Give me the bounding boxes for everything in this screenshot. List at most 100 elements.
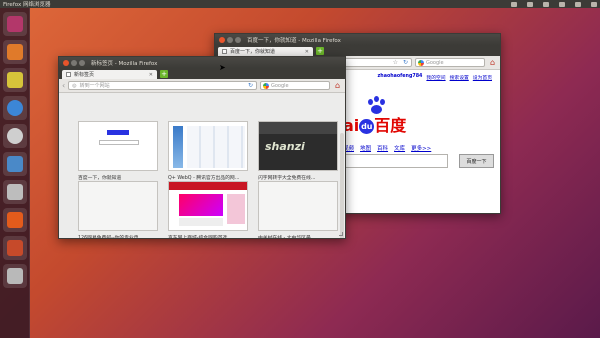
keyboard-icon[interactable] [511, 1, 517, 7]
launcher [0, 8, 30, 338]
tab-close-icon[interactable]: ✕ [149, 72, 153, 78]
reload-icon[interactable]: ↻ [403, 59, 408, 66]
network-icon[interactable] [527, 1, 533, 7]
scrollbar[interactable] [340, 133, 344, 238]
software-glyph [7, 240, 23, 256]
mouse-cursor-icon: ➤ [219, 63, 226, 72]
favicon-icon [222, 49, 227, 54]
tile-label: 126网易免费邮--你的专业电… [78, 236, 144, 239]
tile-thumbnail [78, 121, 158, 171]
window-titlebar[interactable]: 新标签页 - Mozilla Firefox [59, 57, 345, 68]
baidu-search-input[interactable] [343, 154, 448, 168]
trash-glyph [7, 184, 23, 200]
home-icon[interactable]: ⌂ [488, 58, 497, 67]
tile-thumbnail [258, 181, 338, 231]
maximize-window-button[interactable] [235, 36, 241, 43]
tile-thumb-text: shanzi [265, 140, 305, 153]
new-tab-button[interactable]: + [160, 70, 168, 78]
top-panel: Firefox 网络浏览器 [0, 0, 600, 8]
nav-baike-link[interactable]: 百科 [377, 144, 388, 152]
google-icon[interactable] [263, 82, 269, 89]
tile-thumbnail [168, 181, 248, 231]
minimize-window-button[interactable] [227, 36, 233, 43]
newtab-tile[interactable]: shanzi 闪字网转字大全免费在线… [258, 121, 338, 181]
minimize-window-button[interactable] [71, 59, 77, 66]
tile-thumbnail [78, 181, 158, 231]
tile-label: 闪字网转字大全免费在线… [258, 176, 316, 181]
tab-strip: 新标签页 ✕ + [59, 68, 345, 79]
url-placeholder: 转到一个网站 [79, 83, 110, 89]
tab-strip: 百度一下，你就知道 ✕ + [215, 45, 500, 56]
tile-thumbnail [168, 121, 248, 171]
tile-thumbnail: shanzi [258, 121, 338, 171]
tile-label: Q+ WebQ - 腾讯官方出品的网… [168, 176, 240, 181]
launcher-archive-icon[interactable] [3, 68, 27, 92]
launcher-firefox-icon[interactable] [3, 208, 27, 232]
close-window-button[interactable] [219, 36, 225, 43]
resize-grip[interactable] [339, 232, 343, 236]
nav-wenku-link[interactable]: 文库 [394, 144, 405, 152]
power-icon[interactable] [591, 1, 597, 7]
newtab-tile[interactable]: 京东网上商城-综合网购首选… [168, 181, 248, 238]
media-glyph [7, 128, 23, 144]
reload-icon[interactable]: ↻ [248, 82, 253, 89]
indicator-area [511, 1, 597, 7]
search-settings-link[interactable]: 搜索设置 [450, 74, 469, 81]
logo-du: du [359, 119, 375, 134]
tab-baidu[interactable]: 百度一下，你就知道 ✕ [218, 47, 313, 56]
files-glyph [7, 44, 23, 60]
home-icon[interactable]: ⌂ [333, 81, 342, 90]
google-icon[interactable] [418, 59, 424, 66]
window-title: 百度一下，你就知道 - Mozilla Firefox [247, 37, 341, 44]
newtab-tile[interactable]: 百度一下，你就知道 [78, 121, 158, 181]
window-buttons [219, 36, 241, 43]
bookmark-star-icon[interactable]: ☆ [393, 59, 398, 66]
username-link[interactable]: zhaohaofeng784 [378, 74, 423, 81]
volume-icon[interactable] [559, 1, 565, 7]
logo-text-right: 百度 [374, 116, 407, 135]
nav-more-link[interactable]: 更多>> [411, 144, 431, 152]
my-space-link[interactable]: 我的空间 [426, 74, 445, 81]
search-bar[interactable]: Google [415, 58, 485, 67]
search-bar[interactable]: Google [260, 81, 330, 90]
launcher-media-icon[interactable] [3, 124, 27, 148]
newtab-browser-window[interactable]: 新标签页 - Mozilla Firefox 新标签页 ✕ + ‹ ◎ 转到一个… [58, 56, 346, 239]
newtab-grid: 百度一下，你就知道 Q+ WebQ - 腾讯官方出品的网… shanzi 闪字网转字大… [59, 93, 345, 238]
active-app-title: Firefox 网络浏览器 [3, 2, 51, 8]
mail-icon[interactable] [543, 1, 549, 7]
new-tab-button[interactable]: + [316, 47, 324, 55]
tab-close-icon[interactable]: ✕ [305, 49, 309, 55]
launcher-files-icon[interactable] [3, 40, 27, 64]
disc-glyph [7, 100, 23, 116]
close-window-button[interactable] [63, 59, 69, 66]
user-links: zhaohaofeng784 我的空间 搜索设置 设为首页 [378, 74, 493, 81]
window-titlebar[interactable]: 百度一下，你就知道 - Mozilla Firefox [215, 34, 500, 45]
tab-label: 百度一下，你就知道 [230, 49, 276, 55]
dash-home-glyph [7, 16, 23, 32]
launcher-trash-icon[interactable] [3, 180, 27, 204]
launcher-dash-home-icon[interactable] [3, 12, 27, 36]
settings-glyph [7, 268, 23, 284]
search-engine-label: Google [271, 82, 289, 89]
tile-label: 中关村在线 - 大中华区最… [258, 236, 316, 239]
newtab-tile[interactable]: 中关村在线 - 大中华区最… [258, 181, 338, 239]
newtab-tile[interactable]: Q+ WebQ - 腾讯官方出品的网… [168, 121, 248, 181]
launcher-software-icon[interactable] [3, 236, 27, 260]
clock-indicator[interactable] [575, 1, 581, 7]
navigation-toolbar: ‹ ◎ 转到一个网站 ↻ Google ⌂ [59, 79, 345, 93]
nav-map-link[interactable]: 地图 [360, 144, 371, 152]
launcher-disc-icon[interactable] [3, 96, 27, 120]
globe-icon: ◎ [72, 82, 77, 89]
newtab-tile[interactable]: 126网易免费邮--你的专业电… [78, 181, 158, 239]
launcher-system-icon[interactable] [3, 152, 27, 176]
url-bar[interactable]: ◎ 转到一个网站 ↻ [68, 81, 257, 90]
maximize-window-button[interactable] [79, 59, 85, 66]
set-homepage-link[interactable]: 设为首页 [473, 74, 492, 81]
back-icon[interactable]: ‹ [62, 81, 65, 90]
firefox-glyph [7, 212, 23, 228]
baidu-logo[interactable]: ai du 百度 [343, 96, 463, 136]
tab-newtab[interactable]: 新标签页 ✕ [62, 70, 157, 79]
baidu-search-button[interactable]: 百度一下 [459, 154, 494, 168]
launcher-settings-icon[interactable] [3, 264, 27, 288]
archive-glyph [7, 72, 23, 88]
